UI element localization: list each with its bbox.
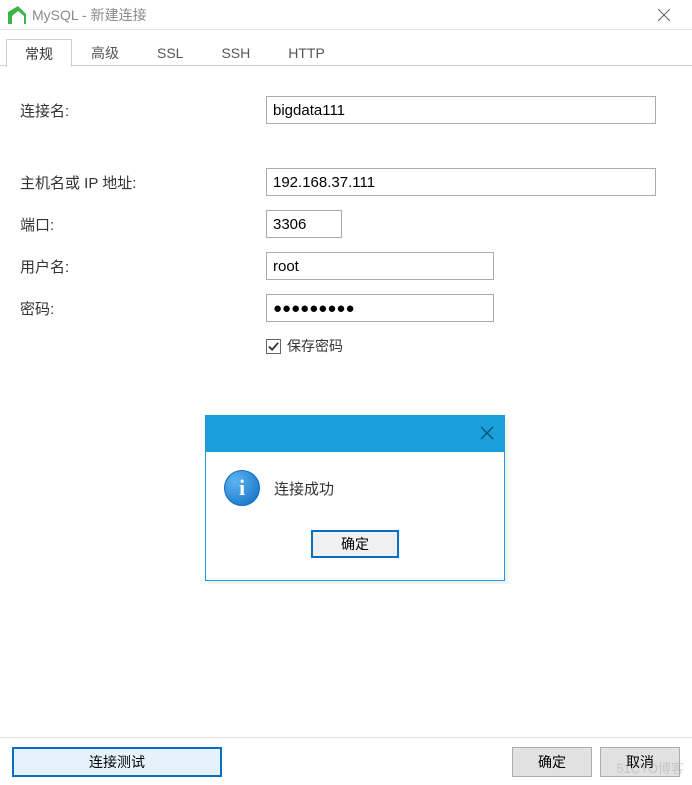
bottom-bar: 连接测试 确定 取消 bbox=[0, 737, 692, 785]
tab-http[interactable]: HTTP bbox=[269, 38, 344, 66]
label-username: 用户名: bbox=[20, 256, 266, 277]
tab-ssl[interactable]: SSL bbox=[138, 38, 202, 66]
message-dialog: i 连接成功 确定 bbox=[205, 415, 505, 581]
checkbox-icon bbox=[266, 339, 281, 354]
title-bar: MySQL - 新建连接 bbox=[0, 0, 692, 30]
save-password-checkbox[interactable]: 保存密码 bbox=[266, 336, 672, 356]
tab-advanced[interactable]: 高级 bbox=[72, 38, 138, 66]
ok-button[interactable]: 确定 bbox=[512, 747, 592, 777]
label-connection-name: 连接名: bbox=[20, 100, 266, 121]
test-connection-button[interactable]: 连接测试 bbox=[12, 747, 222, 777]
tab-bar: 常规 高级 SSL SSH HTTP bbox=[0, 38, 692, 66]
label-port: 端口: bbox=[20, 214, 266, 235]
info-icon: i bbox=[224, 470, 260, 506]
port-input[interactable] bbox=[266, 210, 342, 238]
cancel-button[interactable]: 取消 bbox=[600, 747, 680, 777]
save-password-label: 保存密码 bbox=[287, 336, 343, 356]
label-host: 主机名或 IP 地址: bbox=[20, 172, 266, 193]
connection-name-input[interactable] bbox=[266, 96, 656, 124]
window-close-button[interactable] bbox=[644, 0, 684, 30]
tab-ssh[interactable]: SSH bbox=[202, 38, 269, 66]
password-input[interactable] bbox=[266, 294, 494, 322]
dialog-message: 连接成功 bbox=[274, 478, 334, 499]
dialog-title-bar bbox=[206, 416, 504, 452]
dialog-ok-button[interactable]: 确定 bbox=[311, 530, 399, 558]
tab-general[interactable]: 常规 bbox=[6, 39, 72, 67]
form-area: 连接名: 主机名或 IP 地址: 端口: 用户名: 密码: 保存密码 bbox=[0, 66, 692, 366]
dialog-close-button[interactable] bbox=[480, 426, 494, 443]
username-input[interactable] bbox=[266, 252, 494, 280]
app-icon bbox=[8, 6, 26, 24]
host-input[interactable] bbox=[266, 168, 656, 196]
window-title: MySQL - 新建连接 bbox=[32, 5, 147, 25]
label-password: 密码: bbox=[20, 298, 266, 319]
